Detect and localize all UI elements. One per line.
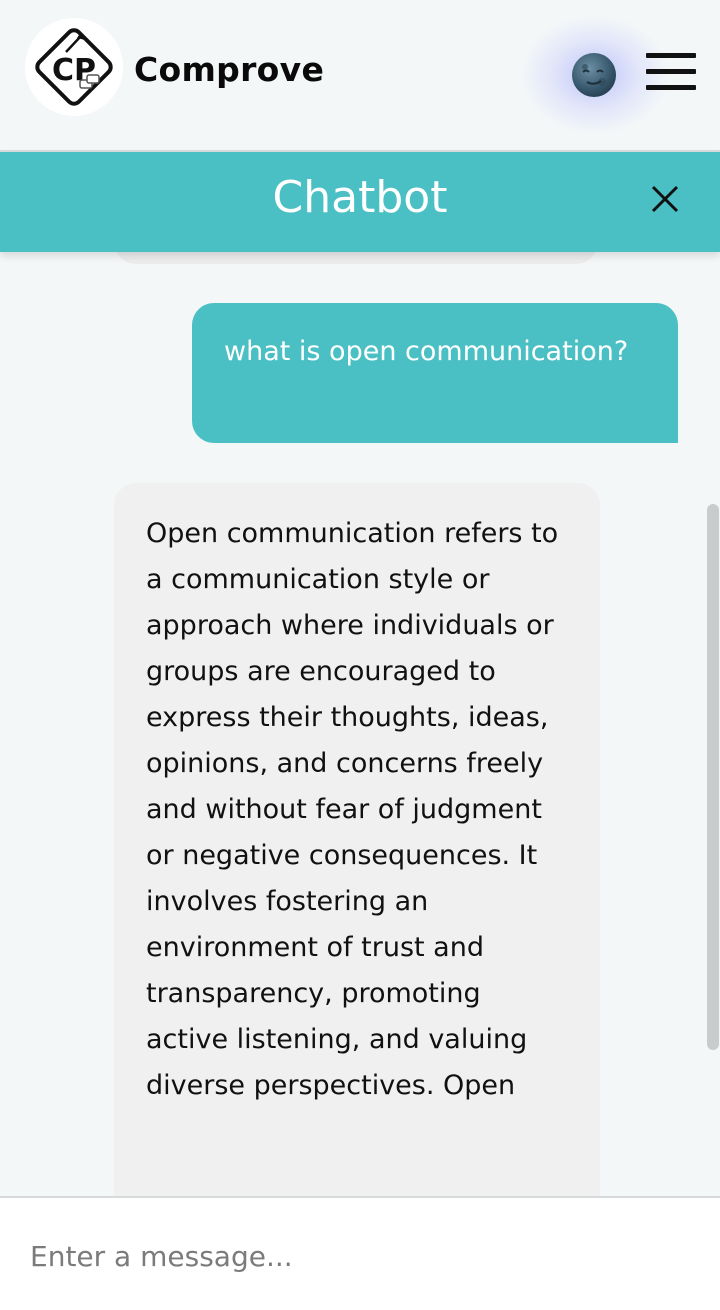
bot-message: Open communication refers to a communica…: [114, 483, 600, 1196]
message-input-bar: [0, 1196, 720, 1310]
bot-message-text: Open communication refers to a communica…: [146, 518, 559, 1101]
moon-icon[interactable]: [571, 52, 617, 98]
scrollbar[interactable]: [707, 504, 719, 1050]
message-list[interactable]: what is open communication? Open communi…: [0, 252, 720, 1196]
top-nav: CP Comprove: [0, 0, 720, 152]
user-message: what is open communication?: [192, 303, 678, 443]
chat-header: Chatbot: [0, 152, 720, 252]
app: CP Comprove Chatbot what is open communi…: [0, 0, 720, 1310]
previous-bot-message: [114, 252, 598, 264]
hamburger-icon[interactable]: [646, 53, 696, 93]
user-message-text: what is open communication?: [224, 336, 629, 367]
logo-icon: CP: [35, 28, 113, 106]
message-input[interactable]: [30, 1234, 690, 1278]
chat-title: Chatbot: [272, 172, 448, 223]
brand-name[interactable]: Comprove: [134, 50, 324, 89]
logo[interactable]: CP: [25, 18, 123, 116]
close-icon[interactable]: [646, 180, 684, 218]
